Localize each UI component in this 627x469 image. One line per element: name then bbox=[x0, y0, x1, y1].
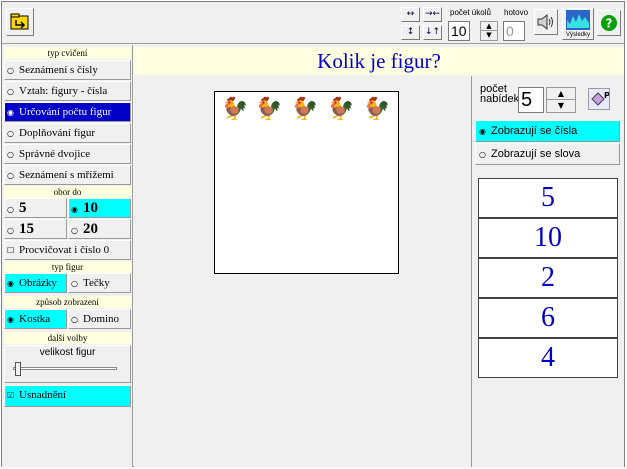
toolbar: ↔ →← ↕ ↓↑ počet úkolů 10 ▲ ▼ hotovo 0 Vý… bbox=[2, 2, 624, 44]
figure-box: 🐓 🐓 🐓 🐓 🐓 bbox=[214, 91, 399, 274]
figure-size-group: velikost figur bbox=[4, 345, 131, 383]
radio-icon: ○ bbox=[71, 226, 78, 235]
exercise-option-1[interactable]: ○ Vztah: figury - čísla bbox=[4, 81, 131, 101]
page-title: Kolik je figur? bbox=[317, 49, 441, 73]
spin-up-icon[interactable]: ▲ bbox=[547, 88, 575, 100]
exercise-option-3[interactable]: ○ Doplňování figur bbox=[4, 123, 131, 143]
arrow-vertical-icon: ↕ bbox=[406, 27, 415, 37]
radio-icon: ○ bbox=[7, 129, 14, 138]
results-chart-icon bbox=[566, 10, 590, 30]
answer-option[interactable]: 5 bbox=[478, 178, 618, 218]
task-count-label: počet úkolů bbox=[450, 8, 491, 17]
arrow-horizontal-icon: ↔ bbox=[406, 9, 415, 19]
rooster-icon: 🐓 bbox=[291, 96, 319, 121]
heighten-button[interactable]: ↕ bbox=[401, 25, 420, 40]
exercise-option-5[interactable]: ○ Seznámení s mřížemi bbox=[4, 165, 131, 185]
offers-stepper[interactable]: ▲ ▼ bbox=[546, 87, 576, 113]
print-icon: P bbox=[591, 91, 609, 106]
exercise-option-0[interactable]: ○ Seznámení s čísly bbox=[4, 60, 131, 80]
range-title: obor do bbox=[4, 186, 131, 198]
radio-icon: ○ bbox=[7, 87, 14, 96]
rooster-icon: 🐓 bbox=[363, 96, 391, 121]
radio-selected-icon: ◉ bbox=[7, 108, 14, 117]
easing-checkbox[interactable]: ☑ Usnadnění bbox=[4, 385, 131, 407]
radio-selected-icon: ◉ bbox=[71, 205, 78, 214]
svg-text:P: P bbox=[604, 91, 609, 100]
arrow-narrow-icon: →← bbox=[424, 9, 441, 19]
radio-icon: ○ bbox=[7, 226, 14, 235]
radio-icon: ○ bbox=[479, 150, 486, 159]
help-icon: ? bbox=[601, 15, 617, 31]
offers-count-field[interactable]: 5 bbox=[518, 87, 544, 113]
checkbox-icon: ☐ bbox=[7, 246, 15, 255]
exit-button[interactable] bbox=[6, 8, 34, 36]
widen-button[interactable]: ↔ bbox=[401, 7, 420, 22]
radio-icon: ○ bbox=[7, 66, 14, 75]
spin-down-icon[interactable]: ▼ bbox=[547, 100, 575, 112]
task-count-field[interactable]: 10 bbox=[448, 21, 470, 41]
figure-size-track bbox=[13, 367, 117, 370]
radio-icon: ○ bbox=[7, 171, 14, 180]
done-label: hotovo bbox=[504, 8, 529, 17]
sound-button[interactable] bbox=[534, 9, 558, 35]
radio-icon: ○ bbox=[7, 150, 14, 159]
figure-size-label: velikost figur bbox=[39, 347, 96, 358]
range-option-5[interactable]: ○ 5 bbox=[4, 198, 67, 218]
rooster-icon: 🐓 bbox=[255, 96, 283, 121]
rooster-icon: 🐓 bbox=[327, 96, 355, 121]
spin-up-icon[interactable]: ▲ bbox=[481, 22, 497, 31]
app-window: ↔ →← ↕ ↓↑ počet úkolů 10 ▲ ▼ hotovo 0 Vý… bbox=[1, 1, 625, 467]
shorten-button[interactable]: ↓↑ bbox=[423, 25, 442, 40]
print-button[interactable]: P bbox=[588, 88, 610, 110]
right-panel: počet nabídek 5 ▲ ▼ P ◉ Zobrazují se čísl… bbox=[471, 76, 624, 467]
task-count-stepper[interactable]: ▲ ▼ bbox=[480, 21, 498, 41]
speaker-icon bbox=[537, 13, 553, 31]
radio-icon: ○ bbox=[7, 205, 14, 214]
range-option-10[interactable]: ◉ 10 bbox=[68, 198, 131, 218]
display-mode-dice[interactable]: ◉ Kostka bbox=[4, 309, 67, 329]
answer-option[interactable]: 2 bbox=[478, 258, 618, 298]
results-button[interactable]: Výsledky bbox=[562, 8, 594, 40]
figure-type-dots[interactable]: ○ Tečky bbox=[68, 273, 131, 293]
done-field: 0 bbox=[503, 21, 525, 41]
narrow-button[interactable]: →← bbox=[423, 7, 442, 22]
radio-selected-icon: ◉ bbox=[7, 279, 14, 288]
radio-selected-icon: ◉ bbox=[479, 127, 486, 136]
radio-icon: ○ bbox=[71, 315, 78, 324]
arrow-shorten-icon: ↓↑ bbox=[424, 27, 441, 37]
exit-icon bbox=[10, 13, 29, 30]
answer-option[interactable]: 4 bbox=[478, 338, 618, 378]
svg-text:?: ? bbox=[606, 17, 613, 31]
display-mode-title: způsob zobrazení bbox=[4, 296, 131, 308]
radio-icon: ○ bbox=[71, 279, 78, 288]
figure-type-title: typ figur bbox=[4, 261, 131, 273]
offers-label: počet nabídek bbox=[480, 83, 520, 105]
spin-down-icon[interactable]: ▼ bbox=[481, 31, 497, 40]
other-options-title: další volby bbox=[4, 332, 131, 344]
exercise-option-2[interactable]: ◉ Určování počtu figur bbox=[4, 102, 131, 122]
title-bar: Kolik je figur? bbox=[134, 47, 624, 75]
rooster-icon: 🐓 bbox=[221, 96, 249, 121]
radio-selected-icon: ◉ bbox=[7, 315, 14, 324]
range-option-20[interactable]: ○ 20 bbox=[68, 219, 131, 239]
show-numbers-option[interactable]: ◉ Zobrazují se čísla bbox=[475, 120, 620, 142]
left-panel: typ cvičení ○ Seznámení s čísly ○ Vztah: f… bbox=[2, 45, 133, 467]
practice-zero-checkbox[interactable]: ☐ Procvičovat i číslo 0 bbox=[4, 240, 131, 260]
exercise-type-title: typ cvičení bbox=[4, 47, 131, 59]
results-label: Výsledky bbox=[565, 32, 590, 38]
checkbox-checked-icon: ☑ bbox=[7, 391, 15, 400]
show-words-option[interactable]: ○ Zobrazují se slova bbox=[475, 143, 620, 165]
answer-option[interactable]: 10 bbox=[478, 218, 618, 258]
exercise-option-4[interactable]: ○ Správné dvojice bbox=[4, 144, 131, 164]
figure-type-pictures[interactable]: ◉ Obrázky bbox=[4, 273, 67, 293]
range-option-15[interactable]: ○ 15 bbox=[4, 219, 67, 239]
answer-option[interactable]: 6 bbox=[478, 298, 618, 338]
help-button[interactable]: ? bbox=[597, 10, 621, 36]
figure-size-slider[interactable] bbox=[15, 362, 21, 376]
main-area: Kolik je figur? 🐓 🐓 🐓 🐓 🐓 počet nabídek … bbox=[134, 45, 624, 467]
display-mode-domino[interactable]: ○ Domino bbox=[68, 309, 131, 329]
